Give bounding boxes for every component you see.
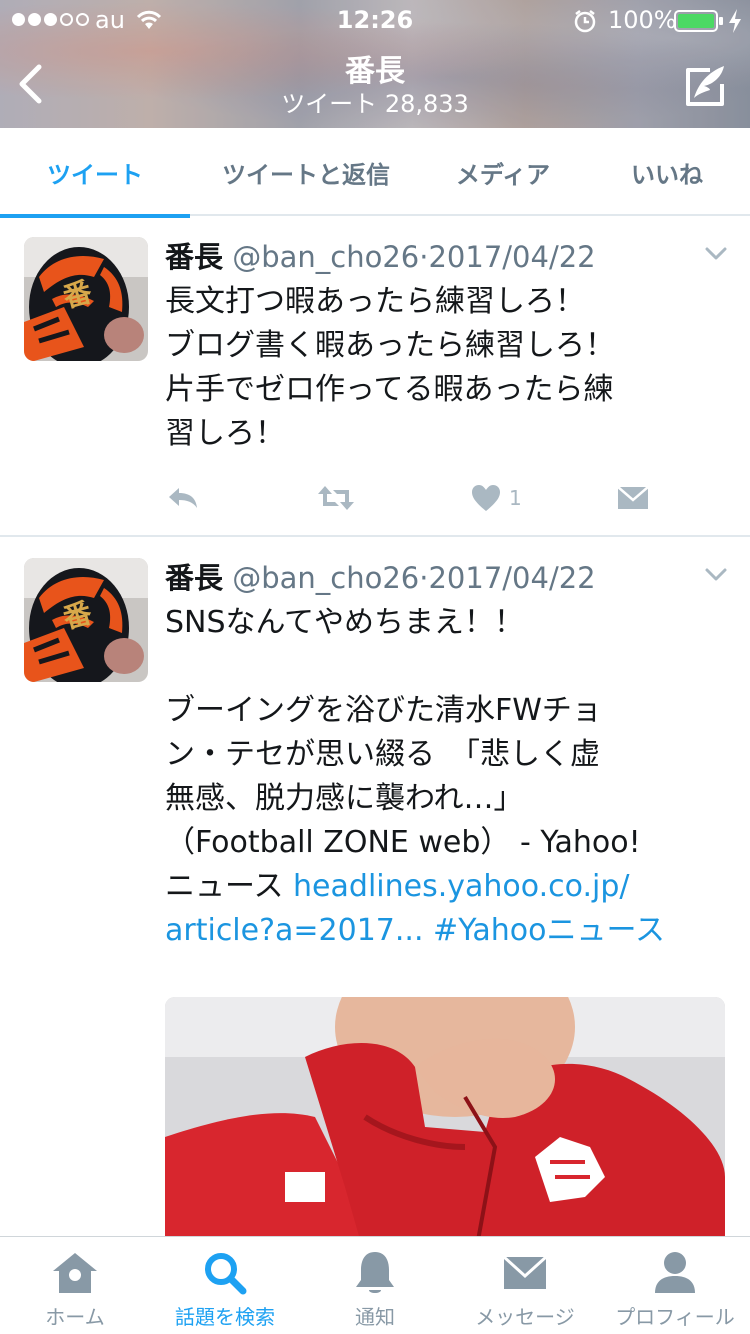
avatar[interactable]: 番 <box>24 237 148 361</box>
tweet-media-image[interactable] <box>165 997 725 1257</box>
tweet-header: 番長 @ban_cho26·2017/04/22 <box>165 234 596 276</box>
tweet-line: ン・テセが思い綴る 「悲しく虚 <box>165 737 600 772</box>
tab-tweets-and-replies[interactable]: ツイートと返信 <box>190 128 422 216</box>
tab-tweets[interactable]: ツイート <box>0 128 190 218</box>
like-button[interactable]: 1 <box>471 478 522 518</box>
alarm-clock-icon <box>574 10 596 33</box>
avatar-mask-image: 番 <box>24 237 148 361</box>
tweet-header: 番長 @ban_cho26·2017/04/22 <box>165 555 596 597</box>
tweet-line: 片手でゼロ作ってる暇あったら練 <box>165 372 614 407</box>
tweet-text: 長文打つ暇あったら練習しろ！ ブログ書く暇あったら練習しろ！ 片手でゼロ作ってる… <box>165 280 725 456</box>
profile-header: au 12:26 100% 番長 ツイート 28,833 <box>0 0 750 128</box>
like-count: 1 <box>509 486 522 510</box>
bell-icon <box>356 1252 394 1293</box>
compose-quill-icon <box>686 66 724 106</box>
tab-media[interactable]: メディア <box>422 128 584 216</box>
reply-icon <box>169 488 197 508</box>
user-handle[interactable]: @ban_cho26 <box>232 561 419 595</box>
tabbar-label: 通知 <box>355 1305 395 1329</box>
avatar-mask-image: 番 <box>24 558 148 682</box>
tweet-count: ツイート 28,833 <box>281 90 469 118</box>
tweet-line: 無感、脱力感に襲われ…」 <box>165 781 524 816</box>
battery-percent: 100% <box>608 6 677 34</box>
chevron-down-icon[interactable] <box>704 246 728 262</box>
battery-icon <box>674 10 723 32</box>
tabbar-profile[interactable]: プロフィール <box>600 1237 750 1334</box>
reply-button[interactable] <box>167 478 199 518</box>
person-icon <box>655 1252 695 1293</box>
article-link-continued[interactable]: article?a=2017... <box>165 913 424 948</box>
compose-tweet-button[interactable] <box>682 62 730 110</box>
profile-tabs: ツイート ツイートと返信 メディア いいね <box>0 128 750 218</box>
article-link[interactable]: headlines.yahoo.co.jp/ <box>293 869 629 904</box>
home-icon <box>53 1253 97 1293</box>
tabbar-search[interactable]: 話題を検索 <box>150 1237 300 1334</box>
tweet-line: ニュース headlines.yahoo.co.jp/ <box>165 865 725 909</box>
bottom-tab-bar: ホーム 話題を検索 通知 メッセージ プロフィール <box>0 1236 750 1334</box>
tweet-date[interactable]: 2017/04/22 <box>428 240 595 274</box>
tabbar-home[interactable]: ホーム <box>0 1237 150 1334</box>
tweet[interactable]: 番 番長 @ban_cho26·2017/04/22 SNSなんてやめちまえ！！… <box>0 537 750 1257</box>
tweet[interactable]: 番 番長 @ban_cho26·2017/04/22 長文打つ暇あったら練習しろ… <box>0 216 750 537</box>
envelope-icon <box>617 486 649 509</box>
tweet-text: SNSなんてやめちまえ！！ ブーイングを浴びた清水FWチョ ン・テセが思い綴る … <box>165 601 725 953</box>
search-icon <box>205 1253 247 1295</box>
tweet-line-text: ニュース <box>165 869 294 904</box>
charging-bolt-icon <box>729 9 741 33</box>
tabbar-messages[interactable]: メッセージ <box>450 1237 600 1334</box>
avatar[interactable]: 番 <box>24 558 148 682</box>
tweet-line: （Football ZONE web） - Yahoo! <box>165 825 641 860</box>
display-name[interactable]: 番長 <box>165 240 223 274</box>
display-name[interactable]: 番長 <box>165 561 223 595</box>
tweet-line: ブーイングを浴びた清水FWチョ <box>165 693 602 728</box>
hashtag-link[interactable]: #Yahooニュース <box>424 913 665 948</box>
tabbar-label: 話題を検索 <box>175 1305 275 1329</box>
tabbar-label: プロフィール <box>615 1305 735 1329</box>
tweet-line: article?a=2017... #Yahooニュース <box>165 909 725 953</box>
chevron-down-icon[interactable] <box>704 567 728 583</box>
photo-player-in-red-jacket <box>165 997 725 1257</box>
tweet-actions: 1 <box>165 478 665 518</box>
tweet-line: 習しろ！ <box>165 416 285 451</box>
tabbar-label: メッセージ <box>475 1305 575 1329</box>
user-handle[interactable]: @ban_cho26 <box>232 240 419 274</box>
retweet-button[interactable] <box>317 478 355 518</box>
envelope-icon <box>503 1256 547 1289</box>
retweet-icon <box>318 486 354 510</box>
tabbar-notifications[interactable]: 通知 <box>300 1237 450 1334</box>
direct-message-button[interactable] <box>617 478 649 518</box>
tweet-date[interactable]: 2017/04/22 <box>428 561 595 595</box>
tweet-line: ブログ書く暇あったら練習しろ！ <box>165 328 615 363</box>
status-bar: au 12:26 100% <box>0 0 750 40</box>
heart-icon <box>472 485 500 511</box>
tweet-line: 長文打つ暇あったら練習しろ！ <box>165 284 585 319</box>
tweet-line: SNSなんてやめちまえ！！ <box>165 605 525 640</box>
tab-likes[interactable]: いいね <box>584 128 750 216</box>
tabbar-label: ホーム <box>45 1305 105 1329</box>
